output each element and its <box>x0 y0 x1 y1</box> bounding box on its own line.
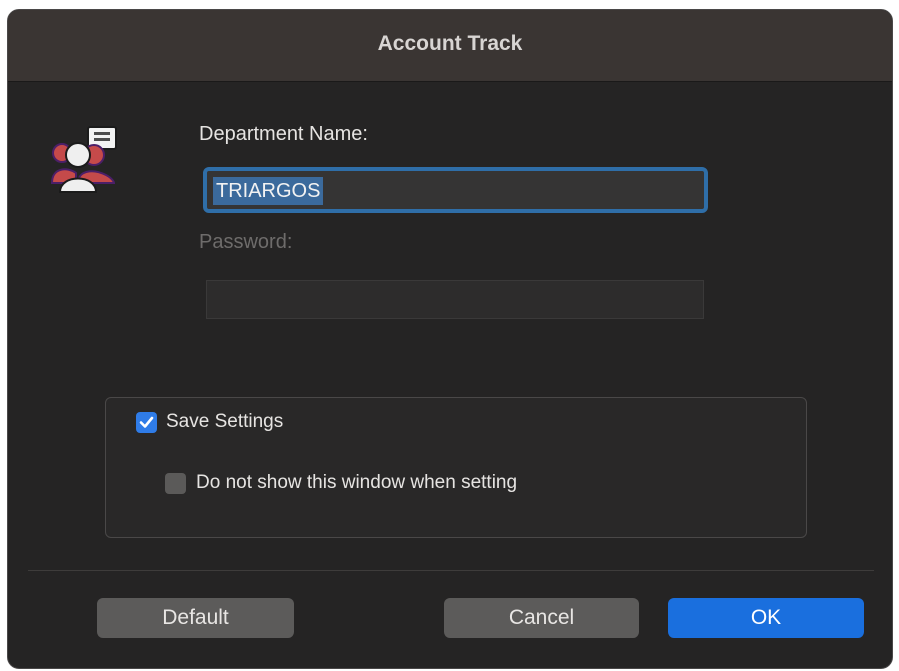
titlebar[interactable]: Account Track <box>8 10 892 82</box>
password-field[interactable] <box>206 280 704 319</box>
cancel-button[interactable]: Cancel <box>444 598 639 638</box>
save-settings-label[interactable]: Save Settings <box>166 411 283 433</box>
password-label: Password: <box>199 231 293 253</box>
department-name-value[interactable]: TRIARGOS <box>213 177 324 205</box>
save-settings-checkbox[interactable] <box>136 412 157 433</box>
do-not-show-window-label[interactable]: Do not show this window when setting <box>196 472 517 494</box>
account-track-icon <box>50 126 117 193</box>
window-title: Account Track <box>377 32 523 55</box>
divider <box>28 570 874 571</box>
department-name-label: Department Name: <box>199 123 368 145</box>
do-not-show-window-checkbox[interactable] <box>165 473 186 494</box>
default-button[interactable]: Default <box>97 598 294 638</box>
ok-button[interactable]: OK <box>668 598 864 638</box>
account-track-dialog: Account Track Department Name: TRIARGOS … <box>7 9 893 669</box>
checkmark-icon <box>139 416 154 428</box>
department-name-field[interactable]: TRIARGOS <box>203 167 708 213</box>
